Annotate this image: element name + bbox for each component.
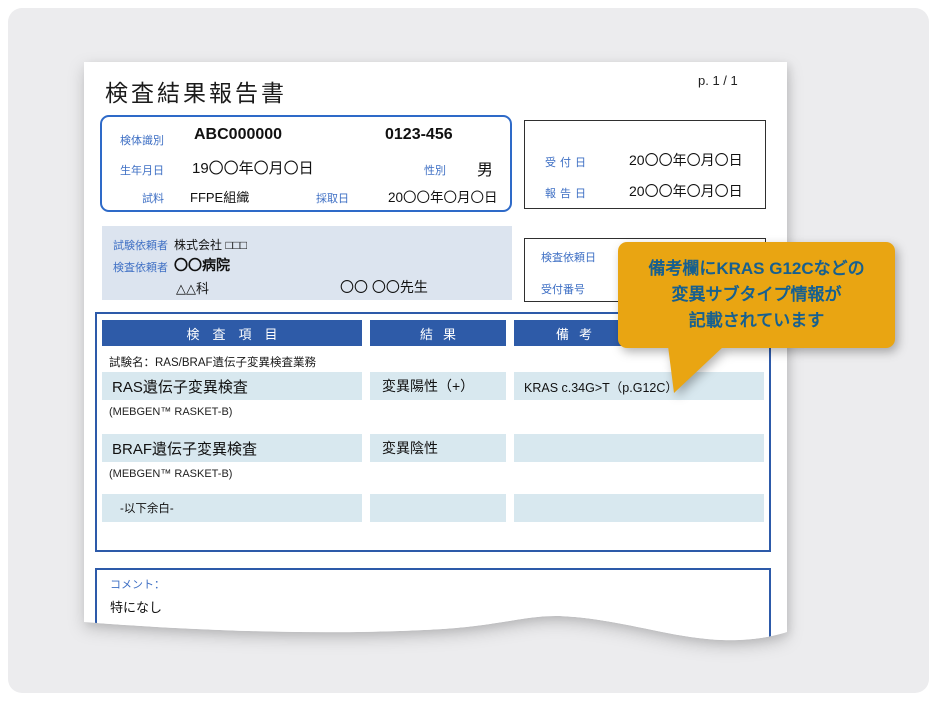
received-date-label: 受付日 xyxy=(545,154,590,170)
sample-value: FFPE組織 xyxy=(190,187,249,206)
row2-kit: (MEBGEN™ RASKET-B) xyxy=(109,468,232,480)
callout-tail xyxy=(618,346,738,394)
department-value: △△科 xyxy=(176,278,209,297)
callout-line: 変異サブタイプ情報が xyxy=(618,282,895,308)
study-requester-value: 株式会社 □□□ xyxy=(174,236,247,253)
header-result: 結果 xyxy=(370,320,506,346)
callout-bubble: 備考欄にKRAS G12Cなどの 変異サブタイプ情報が 記載されています xyxy=(618,242,895,348)
dates-box: 受付日 20〇〇年〇月〇日 報告日 20〇〇年〇月〇日 xyxy=(524,120,766,209)
reception-no-label: 受付番号 xyxy=(541,281,585,297)
birthdate-value: 19〇〇年〇月〇日 xyxy=(192,157,314,178)
specimen-box: 検体識別 ABC000000 0123-456 生年月日 19〇〇年〇月〇日 性… xyxy=(100,115,512,212)
row1-result: 変異陽性（+） xyxy=(370,372,506,400)
row3-result xyxy=(370,494,506,522)
report-infographic: 検査結果報告書 p. 1 / 1 検体識別 ABC000000 0123-456… xyxy=(0,0,937,701)
row1-item: RAS遺伝子変異検査 xyxy=(102,372,362,400)
request-date-label: 検査依頼日 xyxy=(541,249,596,265)
study-name: 試験名：RAS/BRAF遺伝子変異検査業務 xyxy=(109,354,316,370)
comment-box: コメント： 特になし xyxy=(95,568,771,654)
row2-result: 変異陰性 xyxy=(370,434,506,462)
callout-line: 備考欄にKRAS G12Cなどの xyxy=(618,256,895,282)
reported-date-value: 20〇〇年〇月〇日 xyxy=(629,181,743,201)
callout-line: 記載されています xyxy=(618,308,895,334)
row2-item: BRAF遺伝子変異検査 xyxy=(102,434,362,462)
sex-label: 性別 xyxy=(424,162,446,178)
sample-label: 試料 xyxy=(142,190,164,206)
comment-value: 特になし xyxy=(110,597,162,616)
row3-item: -以下余白- xyxy=(102,494,362,522)
comment-label: コメント： xyxy=(110,576,165,592)
collection-date-value: 20〇〇年〇月〇日 xyxy=(388,186,498,206)
header-item: 検査項目 xyxy=(102,320,362,346)
reported-date-label: 報告日 xyxy=(545,185,590,201)
specimen-id-value: ABC000000 xyxy=(194,126,282,144)
page-title: 検査結果報告書 xyxy=(105,74,287,108)
specimen-id-value2: 0123-456 xyxy=(385,126,453,144)
received-date-value: 20〇〇年〇月〇日 xyxy=(629,150,743,170)
birthdate-label: 生年月日 xyxy=(120,162,164,178)
row3-remark xyxy=(514,494,764,522)
row2-remark xyxy=(514,434,764,462)
doctor-value: 〇〇 〇〇先生 xyxy=(340,277,428,297)
table-row: BRAF遺伝子変異検査 変異陰性 xyxy=(102,434,764,462)
collection-date-label: 採取日 xyxy=(316,190,349,206)
sex-value: 男 xyxy=(477,156,493,180)
test-requester-value: 〇〇病院 xyxy=(174,255,230,275)
page-number: p. 1 / 1 xyxy=(698,73,738,88)
row1-kit: (MEBGEN™ RASKET-B) xyxy=(109,406,232,418)
annotation-callout: 備考欄にKRAS G12Cなどの 変異サブタイプ情報が 記載されています xyxy=(618,242,895,348)
test-requester-label: 検査依頼者 xyxy=(113,259,168,275)
study-requester-label: 試験依頼者 xyxy=(113,237,168,253)
specimen-id-label: 検体識別 xyxy=(120,132,164,148)
requester-band: 試験依頼者 株式会社 □□□ 検査依頼者 〇〇病院 △△科 〇〇 〇〇先生 xyxy=(102,226,512,300)
table-row: -以下余白- xyxy=(102,494,764,522)
